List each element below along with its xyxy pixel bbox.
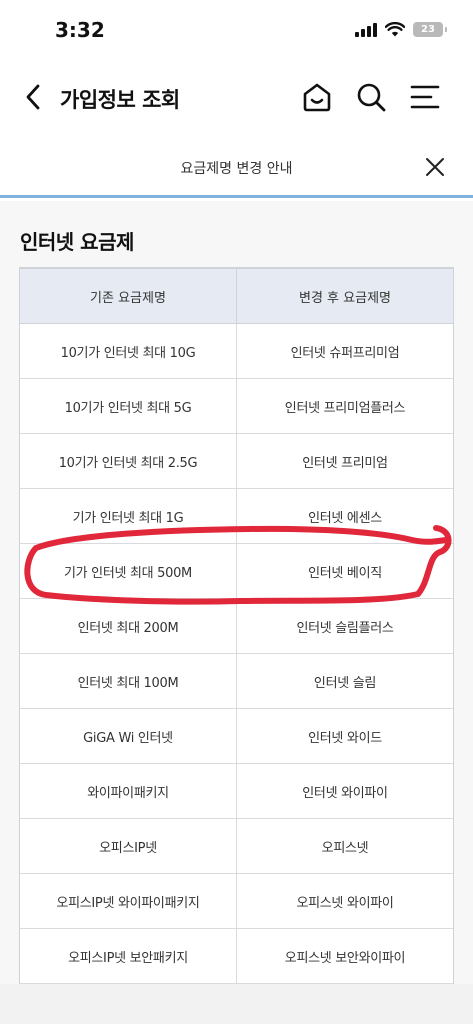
- old-plan-name: 10기가 인터넷 최대 10G: [60, 345, 196, 361]
- new-plan-name: 오피스넷 와이파이: [236, 874, 453, 928]
- cellular-signal-icon: [355, 22, 377, 37]
- new-plan-name: 인터넷 슬림: [236, 654, 453, 708]
- old-plan-name: 오피스IP넷 보안패키지: [68, 950, 188, 966]
- status-bar: 3:32 23: [0, 0, 473, 62]
- back-button[interactable]: [18, 82, 48, 112]
- section-title: 인터넷 요금제: [20, 230, 134, 254]
- old-plan-name: GiGA Wi 인터넷: [83, 730, 173, 746]
- old-plan-name: 와이파이패키지: [87, 785, 169, 801]
- notice-title: 요금제명 변경 안내: [180, 161, 293, 177]
- status-icons: 23: [355, 22, 447, 37]
- old-plan-name: 10기가 인터넷 최대 2.5G: [58, 455, 198, 471]
- menu-button[interactable]: [408, 80, 442, 114]
- page-title: 가입정보 조회: [60, 88, 180, 112]
- table-row: 기가 인터넷 최대 1G 인터넷 에센스: [20, 489, 453, 544]
- old-plan-name: 오피스IP넷: [99, 840, 157, 856]
- new-plan-name: 인터넷 와이파이: [236, 764, 453, 818]
- old-plan-name: 10기가 인터넷 최대 5G: [64, 400, 192, 416]
- new-plan-name: 인터넷 베이직: [236, 544, 453, 598]
- table-row: 10기가 인터넷 최대 5G 인터넷 프리미엄플러스: [20, 379, 453, 434]
- old-plan-name: 기가 인터넷 최대 1G: [72, 510, 184, 526]
- home-button[interactable]: [300, 80, 334, 114]
- close-icon: [426, 158, 444, 176]
- new-plan-name: 인터넷 슬림플러스: [236, 599, 453, 653]
- new-plan-name: 인터넷 에센스: [236, 489, 453, 543]
- old-plan-name: 오피스IP넷 와이파이패키지: [56, 895, 200, 911]
- table-row: 오피스IP넷 보안패키지 오피스넷 보안와이파이: [20, 929, 453, 984]
- wifi-icon: [385, 22, 405, 37]
- table-header: 기존 요금제명 변경 후 요금제명: [20, 269, 453, 324]
- table-row: GiGA Wi 인터넷 인터넷 와이드: [20, 709, 453, 764]
- table-row: 인터넷 최대 100M 인터넷 슬림: [20, 654, 453, 709]
- app-header: 가입정보 조회: [0, 62, 473, 134]
- content-area: 인터넷 요금제 기존 요금제명 변경 후 요금제명 10기가 인터넷 최대 10…: [0, 201, 473, 984]
- table-row: 오피스IP넷 와이파이패키지 오피스넷 와이파이: [20, 874, 453, 929]
- old-plan-name: 기가 인터넷 최대 500M: [64, 565, 192, 581]
- old-plan-name: 인터넷 최대 200M: [77, 620, 179, 636]
- new-plan-name: 인터넷 프리미엄: [236, 434, 453, 488]
- battery-icon: 23: [413, 22, 447, 37]
- chevron-left-icon: [26, 84, 40, 110]
- search-icon: [357, 83, 386, 112]
- table-row: 10기가 인터넷 최대 10G 인터넷 슈퍼프리미엄: [20, 324, 453, 379]
- table-row-highlighted: 기가 인터넷 최대 500M 인터넷 베이직: [20, 544, 453, 599]
- notice-bar: 요금제명 변경 안내: [0, 138, 473, 198]
- close-button[interactable]: [423, 155, 447, 179]
- table-row: 인터넷 최대 200M 인터넷 슬림플러스: [20, 599, 453, 654]
- new-plan-name: 인터넷 프리미엄플러스: [236, 379, 453, 433]
- old-plan-name: 인터넷 최대 100M: [77, 675, 179, 691]
- status-time: 3:32: [55, 18, 105, 42]
- new-plan-name: 오피스넷: [236, 819, 453, 873]
- new-plan-name: 인터넷 와이드: [236, 709, 453, 763]
- search-button[interactable]: [354, 80, 388, 114]
- table-row: 오피스IP넷 오피스넷: [20, 819, 453, 874]
- hamburger-menu-icon: [410, 85, 440, 109]
- new-plan-name: 인터넷 슈퍼프리미엄: [236, 324, 453, 378]
- column-header-old-plan: 기존 요금제명: [90, 290, 166, 306]
- plan-name-table: 기존 요금제명 변경 후 요금제명 10기가 인터넷 최대 10G 인터넷 슈퍼…: [19, 267, 454, 984]
- home-icon: [303, 83, 331, 112]
- table-row: 와이파이패키지 인터넷 와이파이: [20, 764, 453, 819]
- new-plan-name: 오피스넷 보안와이파이: [236, 929, 453, 983]
- column-header-new-plan: 변경 후 요금제명: [236, 269, 453, 323]
- table-row: 10기가 인터넷 최대 2.5G 인터넷 프리미엄: [20, 434, 453, 489]
- bottom-safe-area: [0, 984, 473, 1024]
